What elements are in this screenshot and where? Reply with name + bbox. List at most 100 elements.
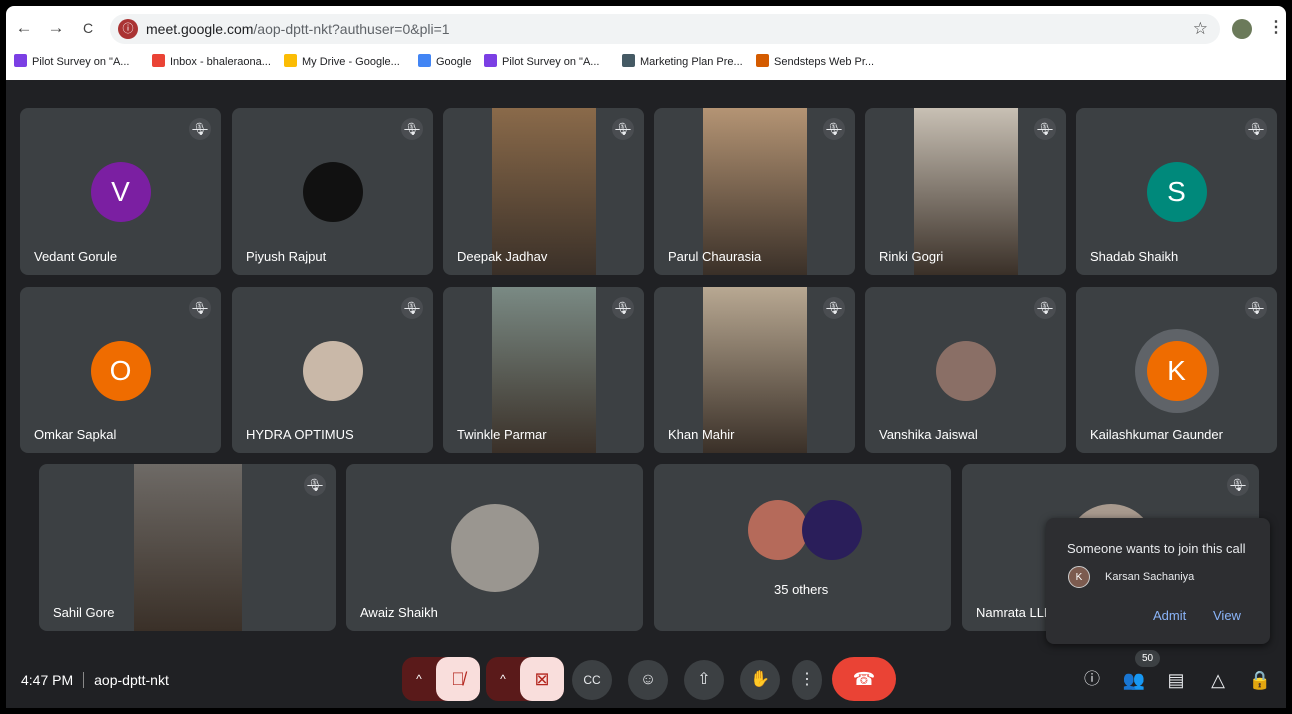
participant-tile[interactable]: V Vedant Gorule 🎙 [20,108,221,275]
bookmark-item[interactable]: Inbox - bhaleraona... [152,54,271,68]
bookmark-item[interactable]: Google [418,54,471,68]
leave-call-button[interactable]: ☎ [832,657,896,701]
bookmark-item[interactable]: My Drive - Google... [284,54,400,68]
browser-chrome: ← → C ⓘ meet.google.com/aop-dptt-nkt?aut… [6,6,1286,80]
others-avatar [802,500,862,560]
mic-off-icon: 🎙 [823,297,845,319]
participant-avatar [302,341,363,401]
reload-icon[interactable]: C [78,18,98,38]
sendsteps-icon [756,54,769,67]
mic-off-icon: 🎙 [1034,118,1056,140]
participant-tile[interactable]: Piyush Rajput 🎙 [232,108,433,275]
participant-name: Rinki Gogri [879,249,944,264]
participant-name: Vedant Gorule [34,249,118,264]
present-screen-button[interactable]: ⇧ [684,660,724,700]
audio-options-chevron-icon[interactable]: ^ [402,657,436,701]
chat-icon[interactable]: ▤ [1162,666,1190,694]
mic-off-icon: 🎙 [1227,474,1249,496]
bookmark-label: My Drive - Google... [302,56,400,68]
bookmark-label: Pilot Survey on "A... [32,56,130,68]
participant-tile[interactable]: Rinki Gogri 🎙 [865,108,1066,275]
bookmark-item[interactable]: Pilot Survey on "A... [484,54,599,68]
bookmark-label: Pilot Survey on "A... [502,56,600,68]
participant-tile[interactable]: K Kailashkumar Gaunder 🎙 [1076,287,1277,453]
more-options-button[interactable]: ⋮ [792,660,822,700]
raise-hand-button[interactable]: ✋ [740,660,780,700]
activities-icon[interactable]: △ [1204,666,1232,694]
participant-tile[interactable]: Twinkle Parmar 🎙 [443,287,644,453]
requester-name: Karsan Sachaniya [1105,571,1195,583]
bookmark-label: Marketing Plan Pre... [640,56,743,68]
participant-tile[interactable]: HYDRA OPTIMUS 🎙 [232,287,433,453]
participant-avatar: K [1146,341,1207,401]
clock-time: 4:47 PM [21,672,74,688]
sheets-icon [484,54,497,67]
mic-off-icon: 🎙 [401,297,423,319]
participant-avatar [935,341,996,401]
others-avatar [748,500,808,560]
mic-off-icon: 🎙 [304,474,326,496]
participant-video [133,464,242,631]
meeting-details-icon[interactable]: ⓘ [1078,666,1106,694]
video-options-chevron-icon[interactable]: ^ [486,657,520,701]
people-count-badge: 50 [1135,650,1160,667]
bookmark-label: Sendsteps Web Pr... [774,56,875,68]
bookmark-item[interactable]: Marketing Plan Pre... [622,54,743,68]
forward-icon[interactable]: → [46,18,66,38]
bookmark-item[interactable]: Pilot Survey on "A... [14,54,129,68]
participant-tile[interactable]: Vanshika Jaiswal 🎙 [865,287,1066,453]
participant-tile[interactable]: Deepak Jadhav 🎙 [443,108,644,275]
meeting-code[interactable]: aop-dptt-nkt [94,672,169,688]
mic-off-icon: 🎙 [823,118,845,140]
meeting-info: 4:47 PM aop-dptt-nkt [21,672,169,688]
profile-avatar[interactable] [1232,19,1252,39]
requester-avatar: K [1068,566,1090,588]
participant-tile[interactable]: Khan Mahir 🎙 [654,287,855,453]
captions-button[interactable]: CC [572,660,612,700]
browser-menu-icon[interactable]: ⋮ [1268,17,1284,37]
view-button[interactable]: View [1213,608,1241,623]
join-request-title: Someone wants to join this call [1067,541,1246,556]
mic-off-icon: 🎙 [1245,118,1267,140]
drive-icon [284,54,297,67]
sheets-icon [14,54,27,67]
participant-avatar: O [90,341,151,401]
participant-tile[interactable]: S Shadab Shaikh 🎙 [1076,108,1277,275]
bookmark-star-icon[interactable]: ☆ [1193,19,1208,39]
participant-tile[interactable]: Awaiz Shaikh [346,464,643,631]
url-text[interactable]: meet.google.com/aop-dptt-nkt?authuser=0&… [146,21,450,37]
site-info-icon[interactable]: ⓘ [118,19,138,39]
join-request-popup: Someone wants to join this call K Karsan… [1046,518,1270,644]
mic-off-icon: 🎙 [189,118,211,140]
back-icon[interactable]: ← [14,18,34,38]
bookmark-label: Inbox - bhaleraona... [170,56,271,68]
participant-name: Shadab Shaikh [1090,249,1179,264]
participant-name: Awaiz Shaikh [360,605,438,620]
emoji-reaction-button[interactable]: ☺ [628,660,668,700]
mic-control: ^ 🎙̸ [402,657,480,701]
microphone-off-button[interactable]: 🎙̸ [436,657,480,701]
meet-stage: 35 others Namrata LLD 🎙 Awaiz Shaikh Sahil G… [6,80,1286,708]
mic-off-icon: 🎙 [1245,297,1267,319]
participant-tile[interactable]: Sahil Gore 🎙 [39,464,336,631]
participant-tile[interactable]: Parul Chaurasia 🎙 [654,108,855,275]
participant-name: Piyush Rajput [246,249,327,264]
camera-off-button[interactable]: ⊠ [520,657,564,701]
participant-name: HYDRA OPTIMUS [246,427,354,442]
mic-off-icon: 🎙 [189,297,211,319]
others-tile[interactable]: 35 others [654,464,951,631]
admit-button[interactable]: Admit [1153,608,1186,623]
participant-name: Khan Mahir [668,427,735,442]
people-icon[interactable]: 👥 [1120,666,1148,694]
participant-tile[interactable]: O Omkar Sapkal 🎙 [20,287,221,453]
participant-name: Kailashkumar Gaunder [1090,427,1223,442]
google-icon [418,54,431,67]
mic-off-icon: 🎙 [612,297,634,319]
participant-name: Deepak Jadhav [457,249,548,264]
bookmark-item[interactable]: Sendsteps Web Pr... [756,54,874,68]
participant-name: Namrata LLD [976,605,1054,620]
divider [83,672,85,688]
host-controls-lock-icon[interactable]: 🔒 [1246,666,1274,694]
participant-avatar [450,504,539,592]
address-bar[interactable]: ⓘ meet.google.com/aop-dptt-nkt?authuser=… [110,14,1220,44]
